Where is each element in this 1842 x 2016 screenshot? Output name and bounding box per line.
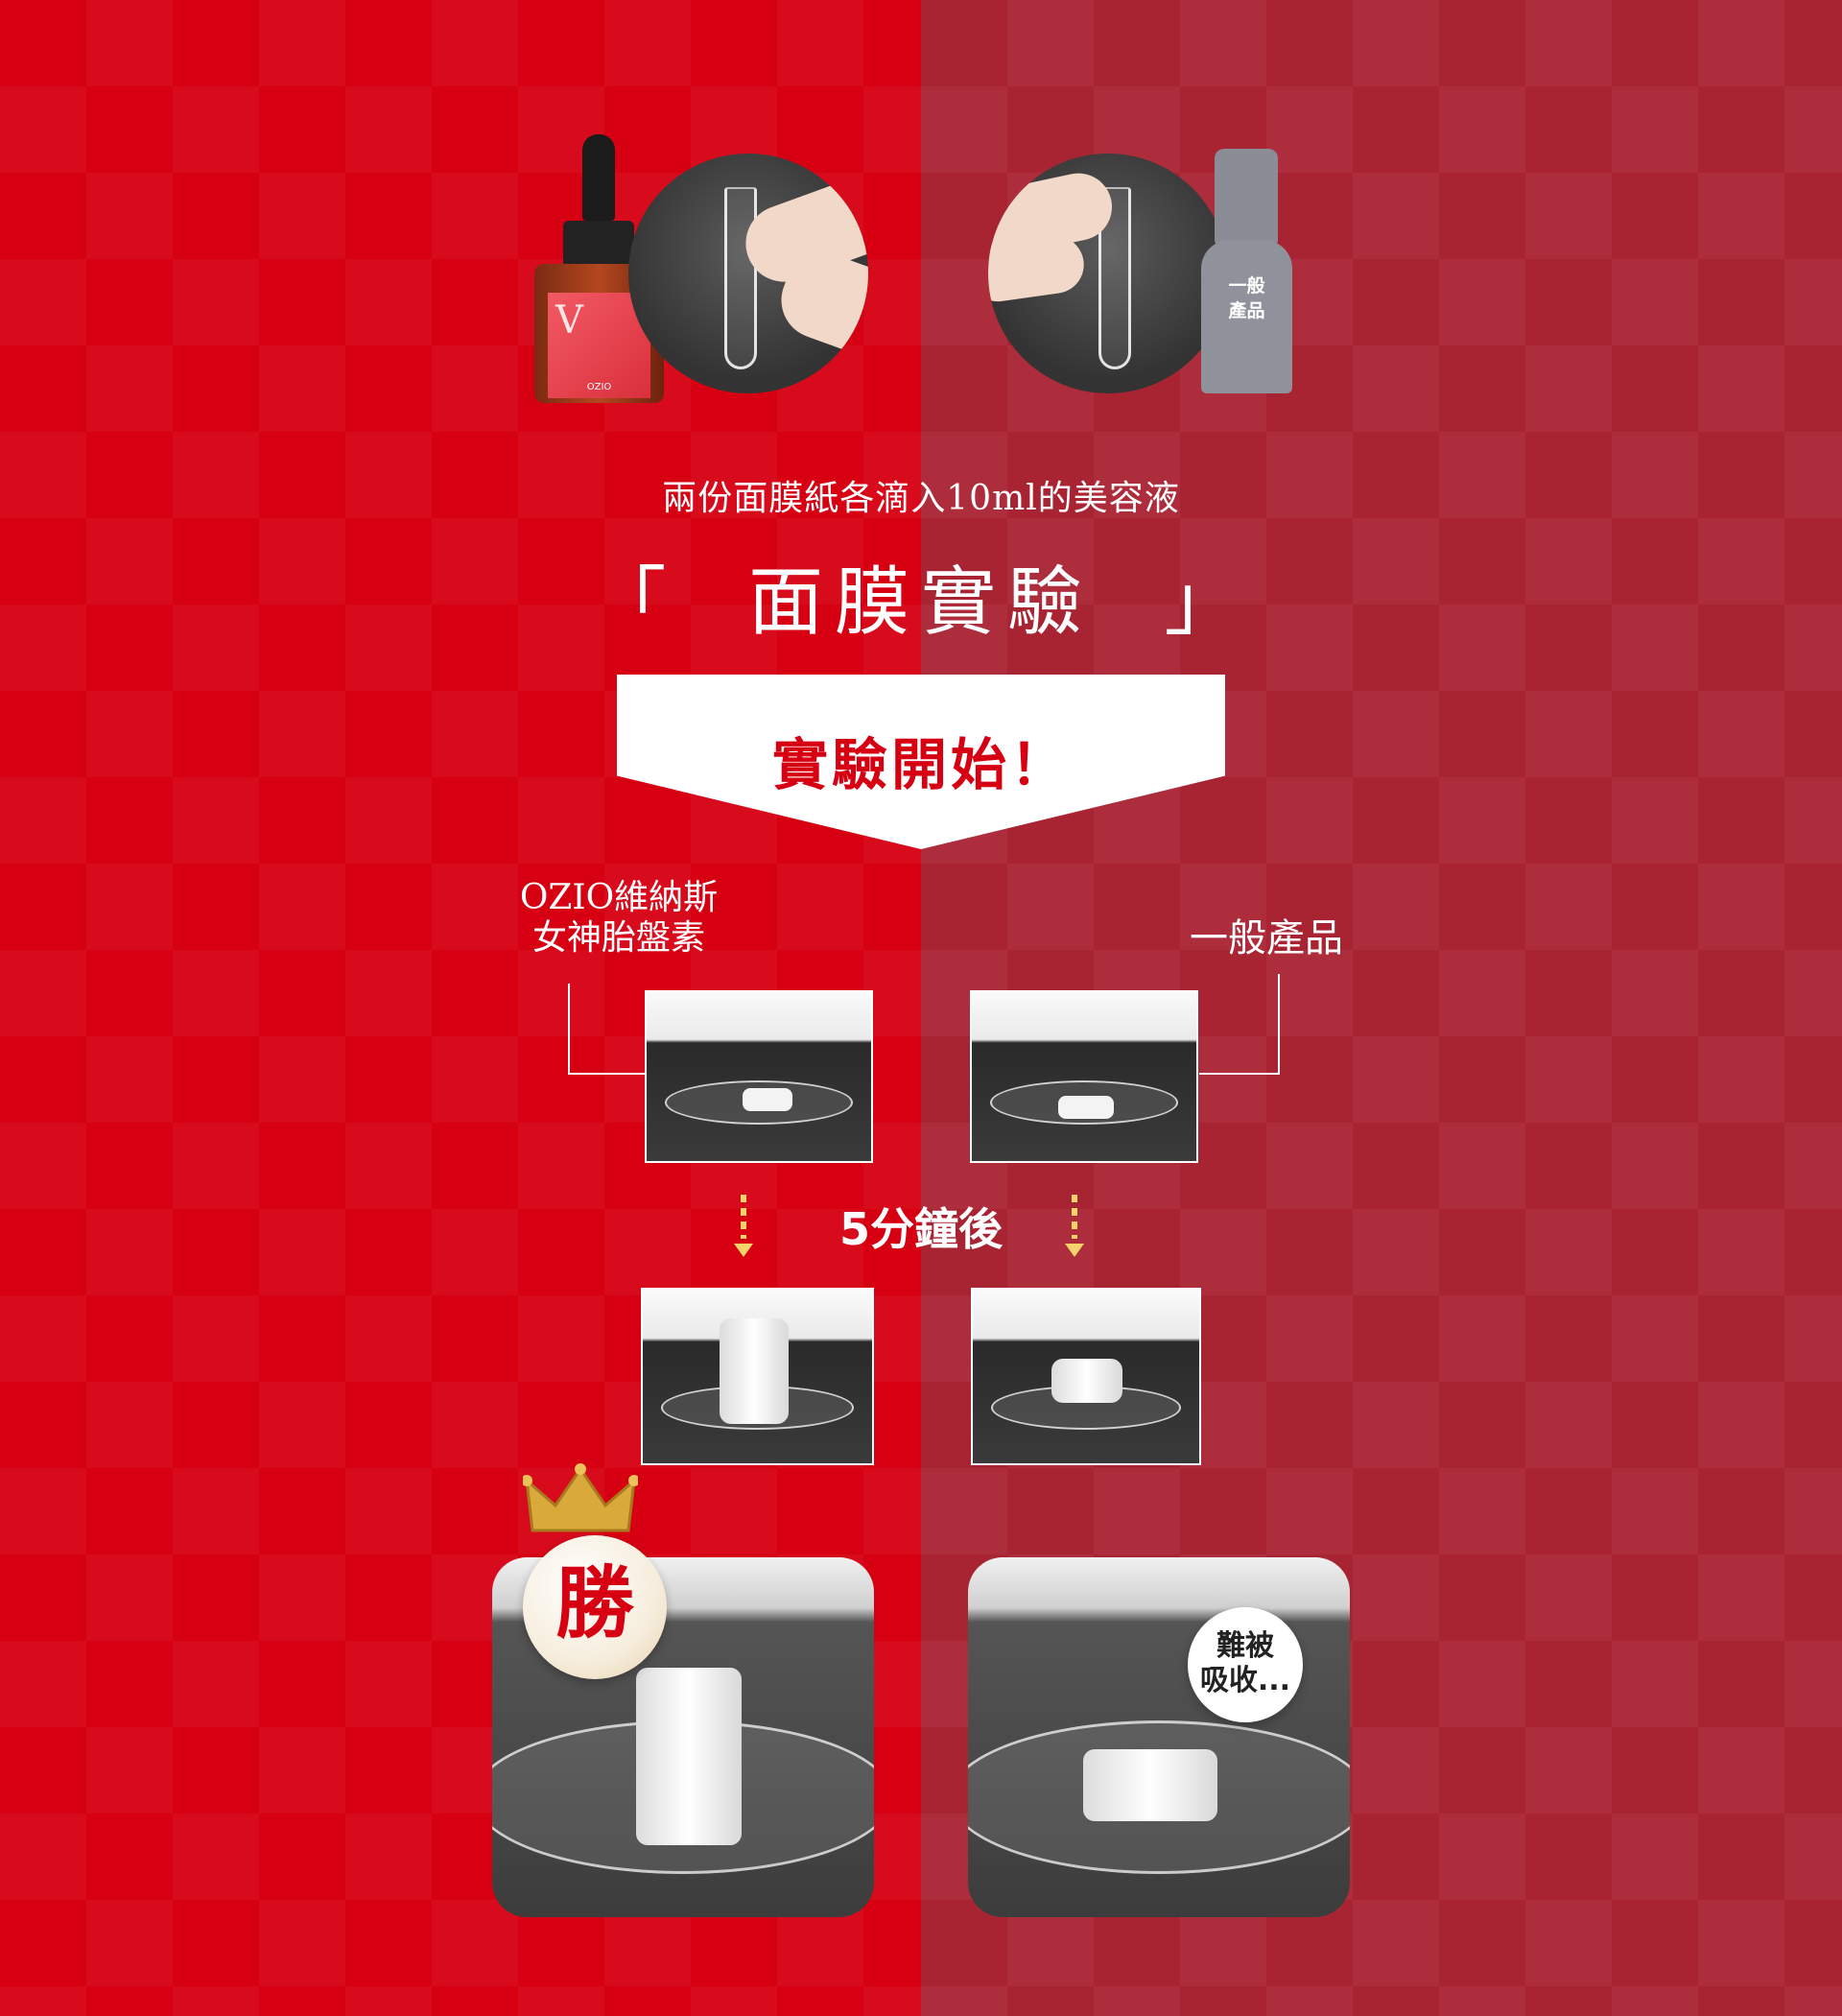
bottle-mark: V — [555, 298, 583, 343]
left-arrowhead-icon — [734, 1244, 753, 1257]
general-before-photo — [970, 990, 1198, 1163]
left-dotted-arrow — [741, 1195, 746, 1239]
right-dotted-arrow — [1072, 1195, 1077, 1239]
hard-to-absorb-text: 難被 吸收... — [1199, 1629, 1291, 1697]
ozio-before-photo — [645, 990, 873, 1163]
right-connector-line — [1199, 974, 1280, 1075]
general-after-photo — [971, 1288, 1201, 1465]
ozio-after-photo — [641, 1288, 874, 1465]
start-banner-text: 實驗開始！ — [771, 732, 1070, 797]
bottle-brand-label: OZIO — [586, 382, 612, 392]
general-product-bottle: 一般 產品 — [1201, 149, 1292, 393]
general-result-photo — [968, 1557, 1350, 1917]
general-test-tube-photo — [988, 154, 1228, 393]
ozio-product-label: OZIO維納斯 女神胎盤素 — [519, 878, 719, 958]
general-bottle-label: 一般 產品 — [1228, 275, 1265, 321]
ozio-test-tube-photo — [628, 154, 868, 393]
five-minutes-later-text: 5分鐘後 — [838, 1203, 1003, 1255]
right-arrowhead-icon — [1065, 1244, 1084, 1257]
left-connector-line — [568, 984, 645, 1075]
page-title: 「 面膜實驗 」 — [591, 559, 1251, 646]
general-product-label: 一般產品 — [1190, 916, 1343, 961]
experiment-subtitle: 兩份面膜紙各滴入10ml的美容液 — [662, 479, 1180, 518]
win-text: 勝 — [555, 1558, 634, 1649]
crown-icon — [523, 1463, 638, 1532]
